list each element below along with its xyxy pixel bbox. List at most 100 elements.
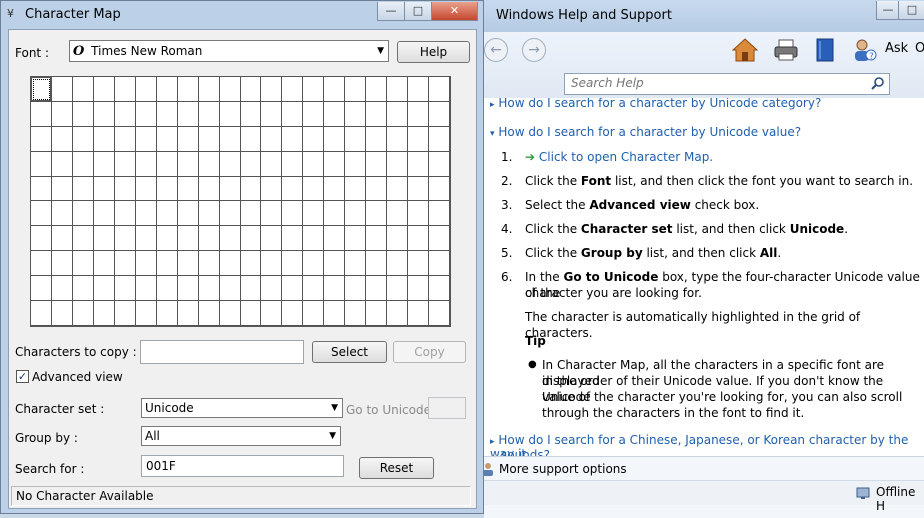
character-cell[interactable]: [177, 77, 199, 102]
character-cell[interactable]: [324, 176, 346, 202]
character-cell[interactable]: [219, 226, 241, 252]
character-cell[interactable]: [366, 251, 388, 277]
character-cell[interactable]: [303, 251, 325, 277]
character-cell[interactable]: [240, 201, 262, 227]
character-cell[interactable]: [135, 226, 157, 252]
character-cell[interactable]: [429, 176, 450, 202]
back-button[interactable]: ←: [484, 38, 508, 62]
character-cell[interactable]: [198, 301, 220, 326]
character-cell[interactable]: [261, 151, 283, 177]
character-cell[interactable]: [72, 251, 94, 277]
character-cell[interactable]: [324, 301, 346, 326]
character-cell[interactable]: [31, 176, 52, 202]
copy-button[interactable]: Copy: [393, 341, 466, 363]
print-icon[interactable]: [772, 37, 800, 63]
character-cell[interactable]: [72, 201, 94, 227]
next-topic-link-line2[interactable]: sounds?: [501, 448, 550, 456]
character-cell[interactable]: [303, 301, 325, 326]
character-cell[interactable]: [240, 151, 262, 177]
character-cell[interactable]: [177, 251, 199, 277]
help-title-bar[interactable]: Windows Help and Support — □: [484, 0, 924, 32]
character-cell[interactable]: [114, 301, 136, 326]
character-cell[interactable]: [198, 251, 220, 277]
character-cell[interactable]: [156, 276, 178, 302]
character-cell[interactable]: [93, 151, 115, 177]
character-cell[interactable]: [72, 276, 94, 302]
character-cell[interactable]: [51, 276, 73, 302]
character-cell[interactable]: [429, 251, 450, 277]
forward-button[interactable]: →: [522, 38, 546, 62]
character-cell[interactable]: [51, 151, 73, 177]
character-cell[interactable]: [240, 226, 262, 252]
character-cell[interactable]: [387, 101, 409, 127]
character-cell[interactable]: [240, 301, 262, 326]
character-cell[interactable]: [31, 226, 52, 252]
character-cell[interactable]: [135, 77, 157, 102]
character-cell[interactable]: [387, 201, 409, 227]
help-button[interactable]: Help: [397, 41, 470, 63]
character-cell[interactable]: [282, 226, 304, 252]
characters-to-copy-input[interactable]: [140, 340, 304, 364]
character-cell[interactable]: [156, 226, 178, 252]
character-cell[interactable]: [408, 151, 430, 177]
character-cell[interactable]: [219, 101, 241, 127]
character-cell[interactable]: [345, 126, 367, 152]
character-cell[interactable]: [135, 301, 157, 326]
character-grid[interactable]: [30, 76, 451, 327]
step-1-text[interactable]: ➔ Click to open Character Map.: [525, 149, 713, 165]
offline-help-menu[interactable]: Offline H: [876, 485, 924, 513]
character-cell[interactable]: [282, 151, 304, 177]
character-cell[interactable]: [282, 251, 304, 277]
character-cell[interactable]: [177, 226, 199, 252]
reset-button[interactable]: Reset: [359, 457, 434, 479]
character-cell[interactable]: [345, 151, 367, 177]
character-cell[interactable]: [31, 276, 52, 302]
character-cell[interactable]: [219, 151, 241, 177]
character-cell[interactable]: [408, 77, 430, 102]
character-cell[interactable]: [345, 226, 367, 252]
character-cell[interactable]: [31, 77, 52, 102]
maximize-button[interactable]: □: [404, 2, 432, 21]
character-cell[interactable]: [303, 201, 325, 227]
character-cell[interactable]: [72, 226, 94, 252]
character-cell[interactable]: [51, 251, 73, 277]
character-cell[interactable]: [408, 301, 430, 326]
character-cell[interactable]: [345, 251, 367, 277]
character-cell[interactable]: [429, 151, 450, 177]
character-cell[interactable]: [303, 77, 325, 102]
character-cell[interactable]: [72, 101, 94, 127]
character-cell[interactable]: [282, 176, 304, 202]
character-cell[interactable]: [72, 151, 94, 177]
character-cell[interactable]: [135, 201, 157, 227]
character-cell[interactable]: [261, 176, 283, 202]
character-cell[interactable]: [429, 126, 450, 152]
character-cell[interactable]: [31, 151, 52, 177]
character-cell[interactable]: [408, 251, 430, 277]
character-cell[interactable]: [114, 101, 136, 127]
character-cell[interactable]: [387, 251, 409, 277]
character-cell[interactable]: [345, 201, 367, 227]
character-cell[interactable]: [345, 77, 367, 102]
current-topic-link[interactable]: How do I search for a character by Unico…: [498, 125, 801, 139]
search-help-box[interactable]: [564, 73, 890, 95]
character-cell[interactable]: [387, 276, 409, 302]
character-cell[interactable]: [114, 201, 136, 227]
character-cell[interactable]: [366, 126, 388, 152]
character-cell[interactable]: [177, 201, 199, 227]
character-cell[interactable]: [156, 176, 178, 202]
character-cell[interactable]: [135, 101, 157, 127]
character-cell[interactable]: [177, 176, 199, 202]
character-cell[interactable]: [198, 226, 220, 252]
character-cell[interactable]: [135, 276, 157, 302]
character-cell[interactable]: [31, 251, 52, 277]
character-cell[interactable]: [366, 201, 388, 227]
home-icon[interactable]: [731, 37, 759, 63]
character-cell[interactable]: [114, 251, 136, 277]
character-cell[interactable]: [156, 151, 178, 177]
character-cell[interactable]: [114, 176, 136, 202]
character-cell[interactable]: [366, 301, 388, 326]
character-cell[interactable]: [324, 201, 346, 227]
character-cell[interactable]: [156, 77, 178, 102]
character-cell[interactable]: [93, 126, 115, 152]
character-cell[interactable]: [261, 301, 283, 326]
